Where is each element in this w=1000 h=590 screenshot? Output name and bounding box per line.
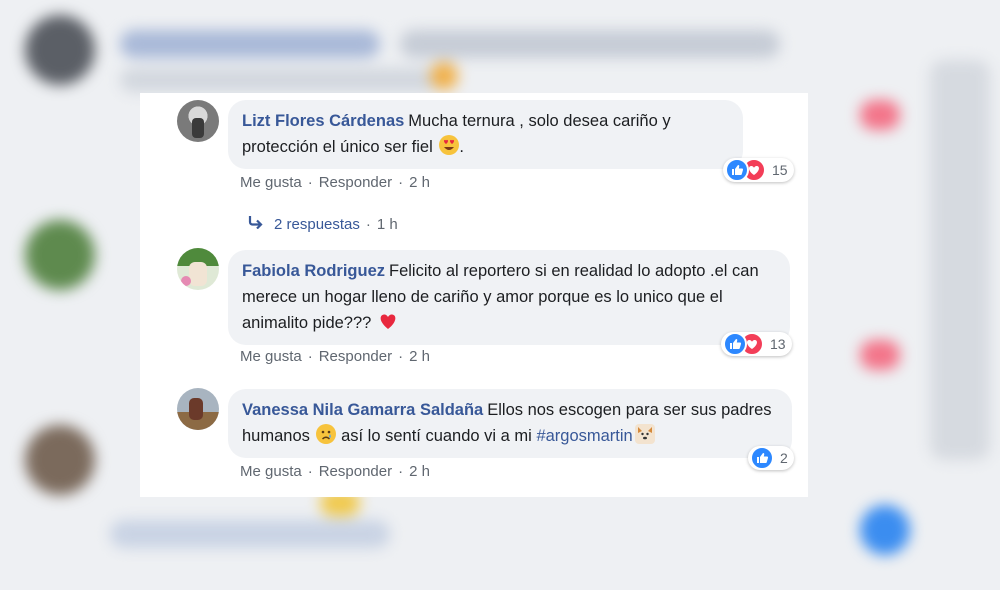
comment-author[interactable]: Fabiola Rodriguez — [242, 262, 385, 280]
separator: · — [365, 215, 371, 233]
avatar[interactable] — [177, 388, 219, 430]
comment-author[interactable]: Lizt Flores Cárdenas — [242, 112, 404, 130]
comment-actions: Me gusta · Responder · 2 h — [240, 348, 430, 365]
heart-eyes-emoji — [439, 135, 460, 155]
replies-time: 1 h — [376, 215, 398, 233]
crying-face-emoji — [316, 424, 337, 444]
comment-time[interactable]: 2 h — [409, 463, 430, 480]
replies-toggle[interactable]: 2 respuestas · 1 h — [248, 215, 398, 233]
avatar[interactable] — [177, 248, 219, 290]
comment-author[interactable]: Vanessa Nila Gamarra Saldaña — [242, 401, 483, 419]
reaction-count: 13 — [770, 336, 786, 352]
dog-face-emoji — [634, 424, 655, 444]
comment-actions: Me gusta · Responder · 2 h — [240, 174, 430, 191]
replies-count-link[interactable]: 2 respuestas — [274, 216, 360, 233]
separator: · — [307, 174, 313, 191]
reply-arrow-icon — [248, 215, 264, 233]
comment-text-continued: así lo sentí cuando vi a mi — [341, 427, 532, 445]
comment-bubble: Vanessa Nila Gamarra Saldaña Ellos nos es… — [228, 389, 792, 458]
separator: · — [398, 174, 404, 191]
separator: · — [307, 463, 313, 480]
separator: · — [398, 463, 404, 480]
comment-bubble: Fabiola Rodriguez Felicito al reportero s… — [228, 250, 790, 345]
red-heart-emoji — [378, 311, 398, 331]
separator: · — [398, 348, 404, 365]
like-reaction-icon — [723, 332, 747, 356]
like-link[interactable]: Me gusta — [240, 348, 302, 365]
comment-actions: Me gusta · Responder · 2 h — [240, 463, 430, 480]
like-link[interactable]: Me gusta — [240, 174, 302, 191]
reply-link[interactable]: Responder — [319, 348, 392, 365]
like-reaction-icon — [750, 446, 774, 470]
hashtag-link[interactable]: #argosmartin — [536, 427, 632, 445]
reaction-count: 2 — [780, 450, 788, 466]
reaction-count: 15 — [772, 162, 788, 178]
comments-panel: Lizt Flores Cárdenas Mucha ternura , solo… — [140, 93, 808, 497]
reaction-summary[interactable]: 2 — [748, 446, 794, 470]
avatar[interactable] — [177, 100, 219, 142]
comment-text-end: . — [459, 138, 464, 156]
comment-time[interactable]: 2 h — [409, 174, 430, 191]
comment-time[interactable]: 2 h — [409, 348, 430, 365]
reply-link[interactable]: Responder — [319, 463, 392, 480]
like-link[interactable]: Me gusta — [240, 463, 302, 480]
reply-link[interactable]: Responder — [319, 174, 392, 191]
reaction-summary[interactable]: 13 — [721, 332, 792, 356]
reaction-summary[interactable]: 15 — [723, 158, 794, 182]
like-reaction-icon — [725, 158, 749, 182]
separator: · — [307, 348, 313, 365]
comment-bubble: Lizt Flores Cárdenas Mucha ternura , solo… — [228, 100, 743, 169]
